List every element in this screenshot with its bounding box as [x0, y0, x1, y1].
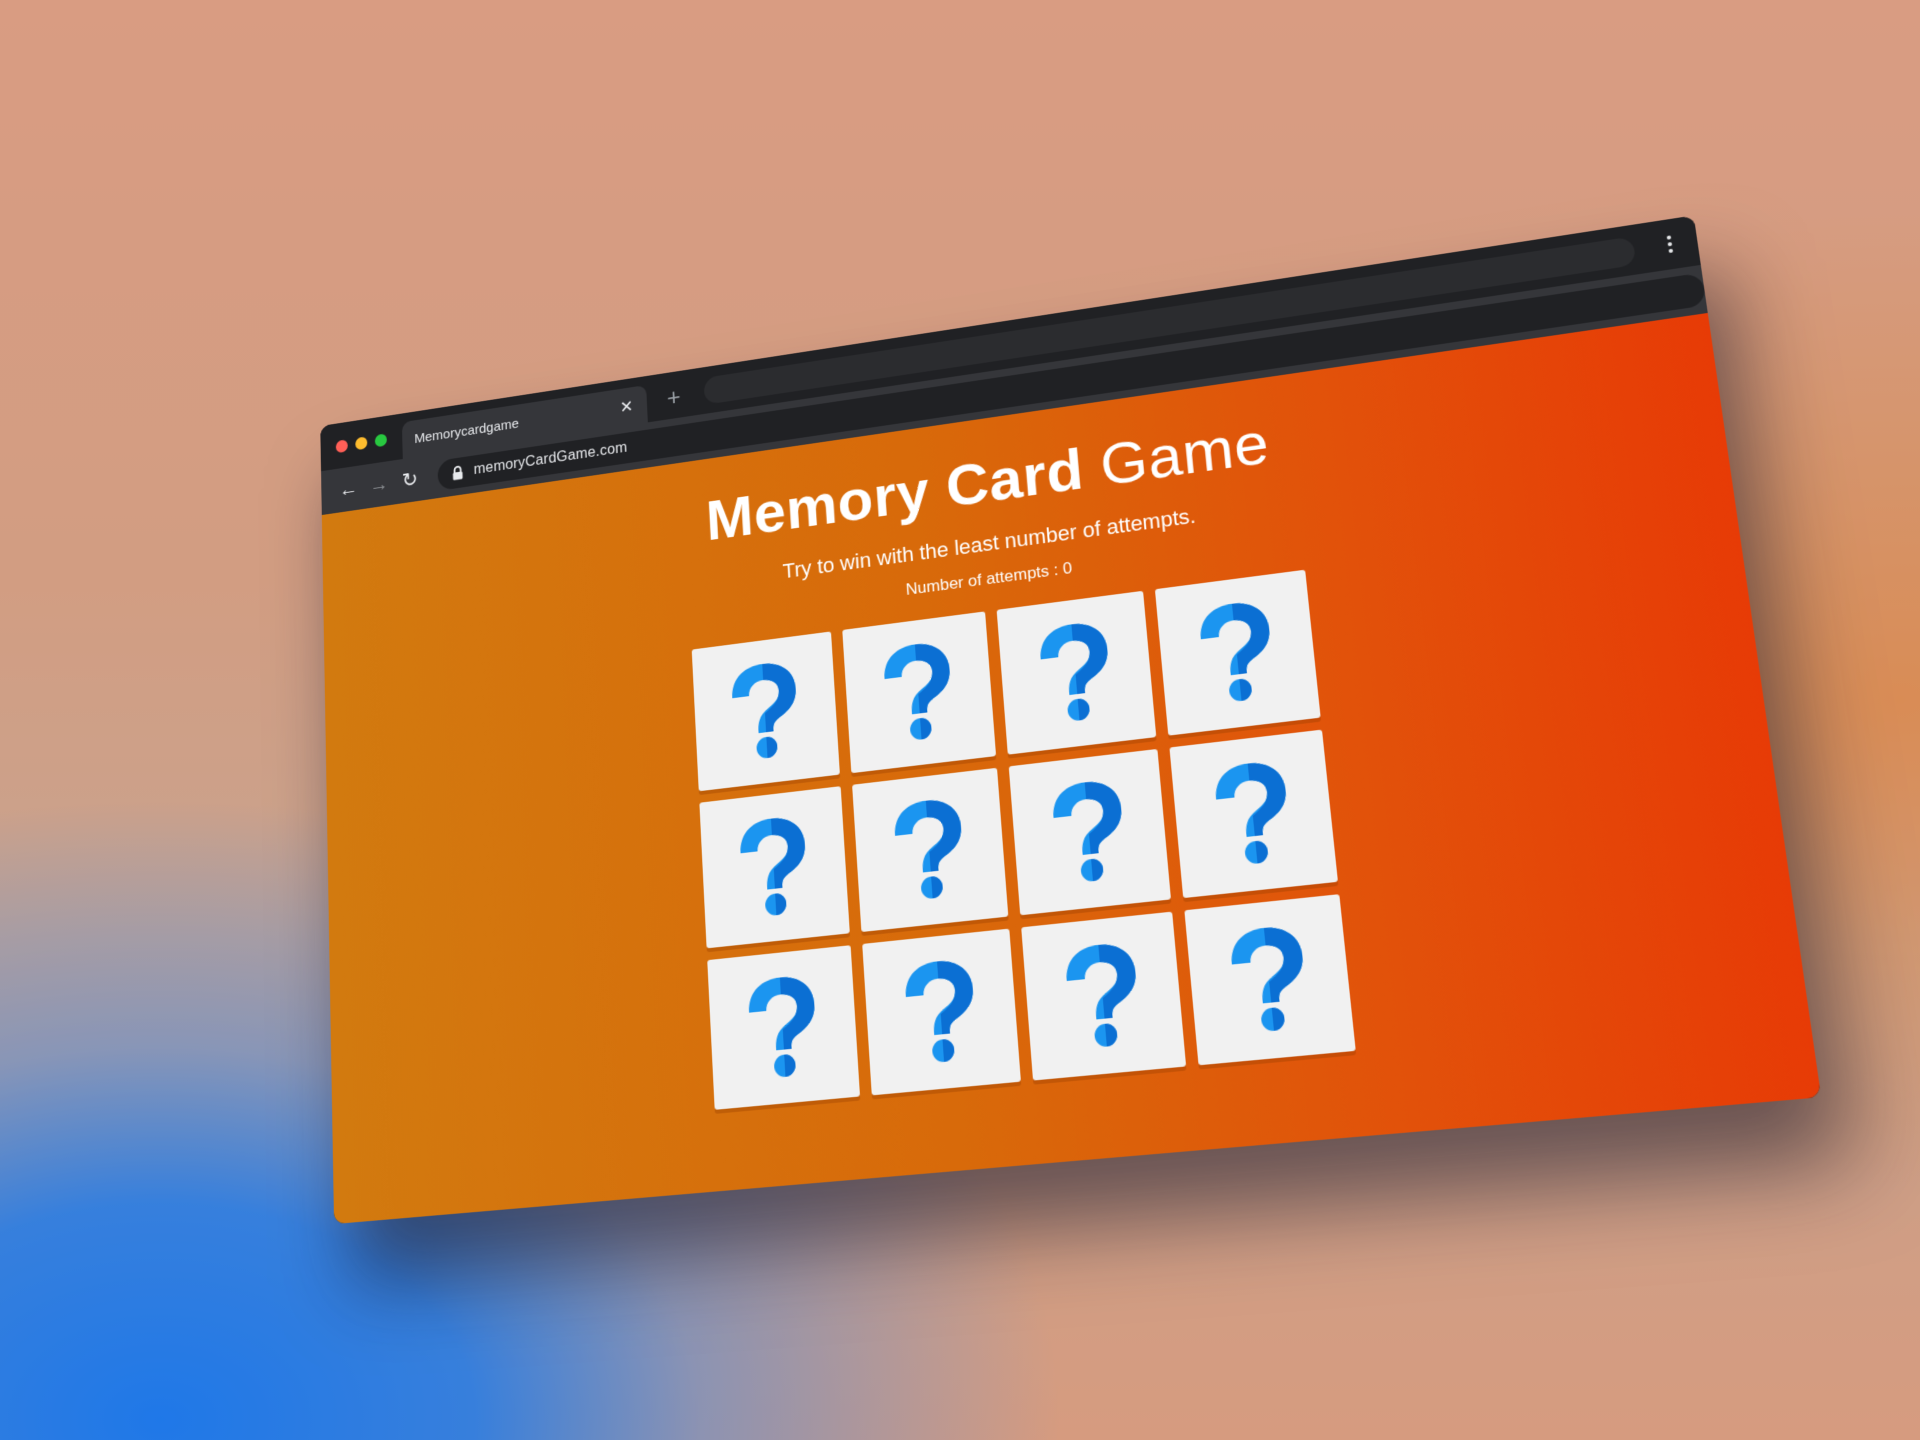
minimize-window-button[interactable] — [355, 436, 367, 450]
browser-window: Memorycardgame ✕ + ← → ↻ memoryCardGame.… — [320, 215, 1821, 1224]
memory-card[interactable] — [707, 945, 860, 1110]
memory-card[interactable] — [997, 591, 1157, 755]
memory-card[interactable] — [1155, 570, 1321, 736]
memory-card[interactable] — [1009, 749, 1171, 915]
question-mark-icon — [1030, 617, 1121, 728]
maximize-window-button[interactable] — [375, 433, 387, 447]
stage: Memorycardgame ✕ + ← → ↻ memoryCardGame.… — [0, 0, 1920, 1440]
question-mark-icon — [875, 637, 962, 747]
memory-card[interactable] — [699, 786, 849, 948]
question-mark-icon — [896, 955, 986, 1069]
memory-card[interactable] — [862, 929, 1021, 1096]
question-mark-icon — [731, 812, 816, 922]
reload-icon[interactable]: ↻ — [394, 462, 426, 498]
window-controls — [336, 433, 387, 453]
question-mark-icon — [1043, 776, 1136, 889]
question-mark-icon — [1056, 939, 1150, 1054]
question-mark-icon — [723, 657, 807, 765]
question-mark-icon — [885, 794, 974, 906]
memory-card[interactable] — [1184, 894, 1355, 1065]
memory-card[interactable] — [852, 768, 1008, 932]
memory-card[interactable] — [842, 611, 996, 773]
close-icon[interactable]: ✕ — [618, 398, 635, 416]
memory-card[interactable] — [1169, 730, 1338, 899]
close-window-button[interactable] — [336, 439, 348, 453]
title-light-text: Game — [1098, 410, 1272, 499]
memory-card[interactable] — [1021, 912, 1186, 1081]
question-mark-icon — [1220, 921, 1318, 1038]
card-grid — [692, 570, 1356, 1110]
more-menu-icon[interactable] — [1658, 231, 1682, 257]
lock-icon — [451, 465, 464, 481]
question-mark-icon — [1190, 596, 1285, 709]
question-mark-icon — [740, 971, 827, 1083]
memory-card[interactable] — [692, 631, 840, 791]
back-arrow-icon[interactable]: ← — [333, 471, 364, 507]
question-mark-icon — [1205, 757, 1301, 872]
forward-arrow-icon[interactable]: → — [363, 466, 394, 502]
new-tab-button[interactable]: + — [661, 383, 687, 412]
